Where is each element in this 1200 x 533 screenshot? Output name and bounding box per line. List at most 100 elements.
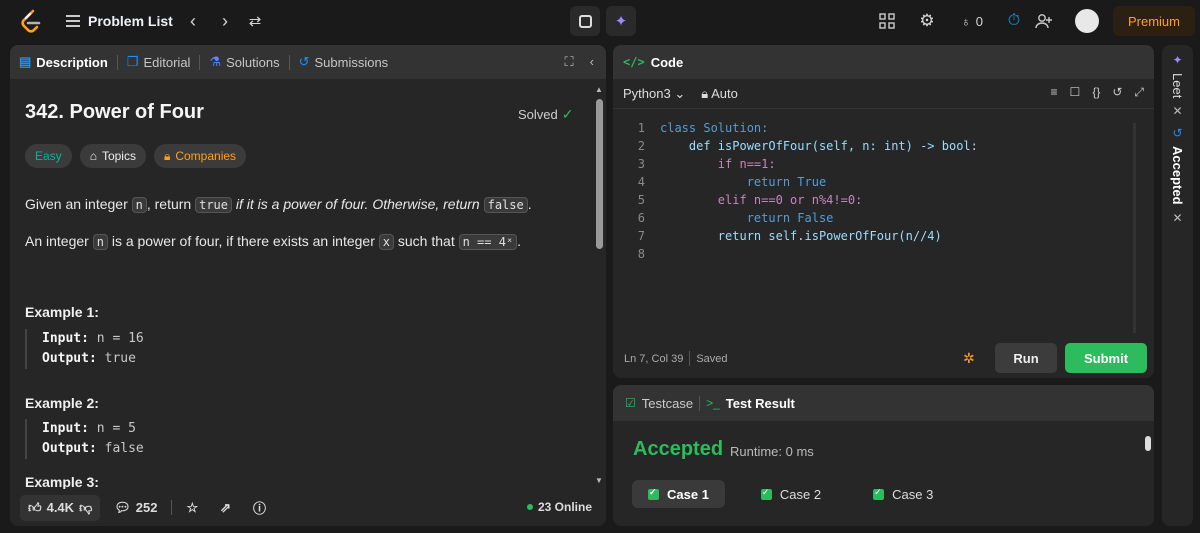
share-button[interactable]: ⇗ xyxy=(212,495,239,521)
debug-button[interactable] xyxy=(570,6,600,36)
code-line: def isPowerOfFour(self, n: int) -> bool: xyxy=(660,139,978,153)
check-icon xyxy=(760,487,772,500)
favorite-button[interactable]: ☆ xyxy=(178,495,206,521)
code-header-label: Code xyxy=(650,54,684,70)
star-icon: ☆ xyxy=(186,499,199,515)
tab-description[interactable]: ▤ Description xyxy=(10,45,117,79)
streak-count: 0 xyxy=(975,13,983,29)
tab-solutions[interactable]: ⚗ Solutions xyxy=(200,45,288,79)
description-scrollbar[interactable]: ▲ ▼ xyxy=(595,85,603,485)
tab-description-label: Description xyxy=(36,54,108,70)
side-tabs: ✦ Leet ✕ ↺ Accepted ✕ xyxy=(1162,45,1193,526)
layout-grid-icon[interactable] xyxy=(876,10,898,32)
checkbox-icon: ☑ xyxy=(625,396,636,410)
inline-code: true xyxy=(195,197,233,213)
leetcode-logo-icon[interactable] xyxy=(18,8,44,34)
case-tab-2[interactable]: Case 2 xyxy=(745,480,837,508)
sparkle-icon: ✦ xyxy=(614,13,628,30)
add-user-icon[interactable] xyxy=(1032,10,1056,32)
comments-button[interactable]: 💬︎ 252 xyxy=(106,495,165,521)
side-strip: ✦ Leet ✕ ↺ Accepted ✕ xyxy=(1162,45,1193,526)
companies-label: Companies xyxy=(175,149,237,163)
document-icon: ▤ xyxy=(19,54,32,69)
help-button[interactable]: ⓘ xyxy=(245,495,274,521)
tab-submissions[interactable]: ↺ Submissions xyxy=(290,45,398,79)
timer-icon[interactable]: ⏱ xyxy=(1003,10,1025,32)
next-problem-button[interactable]: › xyxy=(215,11,235,31)
tab-solutions-label: Solutions xyxy=(226,54,280,70)
italic-text: if it is a power of four. Otherwise, ret… xyxy=(232,196,484,212)
ai-assistant-button[interactable]: ✦ xyxy=(606,6,636,36)
text-span: is a power of four, if there exists an i… xyxy=(107,233,379,249)
thumbs-down-icon[interactable]: 👎︎ xyxy=(79,500,92,516)
case-tab-3[interactable]: Case 3 xyxy=(857,480,949,508)
inline-formula: n == 4ˣ xyxy=(458,234,518,250)
braces-icon[interactable]: {} xyxy=(1092,85,1100,100)
expand-icon[interactable]: ⛶ xyxy=(565,54,574,70)
topics-badge[interactable]: ⌂ Topics xyxy=(79,144,146,168)
tab-editorial[interactable]: ❐ Editorial xyxy=(118,45,200,79)
reset-icon[interactable]: ↺ xyxy=(1112,85,1122,100)
avatar[interactable] xyxy=(1075,9,1099,33)
line-number: 4 xyxy=(637,175,645,189)
text-span: An integer xyxy=(25,233,93,249)
shuffle-icon[interactable]: ⇄ xyxy=(244,11,266,31)
description-panel: ▤ Description ❐ Editorial ⚗ Solutions ↺ … xyxy=(10,45,606,526)
format-icon[interactable]: ≡ xyxy=(1051,85,1058,100)
problem-list-button[interactable]: Problem List xyxy=(66,11,173,31)
divider xyxy=(689,351,691,366)
language-select[interactable]: Python3 ⌄ xyxy=(623,86,685,102)
code-icon: </> xyxy=(623,55,645,69)
output-value: true xyxy=(96,351,136,366)
text-span: . xyxy=(517,233,522,249)
gear-icon[interactable]: ⚙ xyxy=(916,10,938,32)
close-icon[interactable]: ✕ xyxy=(1172,104,1182,118)
prev-problem-button[interactable]: ‹ xyxy=(183,11,203,31)
divider xyxy=(171,500,173,515)
case-label: Case 2 xyxy=(779,486,822,502)
side-tab-leet[interactable]: Leet xyxy=(1170,73,1185,98)
scroll-up-icon[interactable]: ▲ xyxy=(595,85,603,94)
code-line: return True xyxy=(660,175,827,189)
run-button[interactable]: Run xyxy=(995,343,1057,373)
debug-icon xyxy=(578,14,592,28)
line-number: 8 xyxy=(637,247,645,261)
input-label: Input: xyxy=(42,331,89,346)
code-editor[interactable]: 1 2 3 4 5 6 7 8 class Solution: def isPo… xyxy=(613,117,1138,327)
streak-counter[interactable]: ♁ 0 xyxy=(954,10,990,32)
page-title: 342. Power of Four xyxy=(25,101,204,123)
editor-tools: ≡ ☐ {} ↺ ⤢ xyxy=(1051,85,1144,100)
close-icon[interactable]: ✕ xyxy=(1172,211,1182,225)
tab-testcase[interactable]: Testcase xyxy=(642,396,693,411)
share-icon: ⇗ xyxy=(220,499,232,515)
description-paragraph-1: Given an integer n, return true if it is… xyxy=(25,194,532,215)
submit-button[interactable]: Submit xyxy=(1065,343,1147,373)
editor-scrollbar[interactable] xyxy=(1133,123,1136,333)
flask-icon: ⚗ xyxy=(209,54,222,69)
solved-status: Solved ✓ xyxy=(518,106,573,123)
test-scrollbar[interactable] xyxy=(1145,430,1151,515)
fullscreen-icon[interactable]: ⤢ xyxy=(1134,85,1144,100)
scroll-down-icon[interactable]: ▼ xyxy=(595,476,603,485)
companies-badge[interactable]: 🔒︎ Companies xyxy=(153,144,247,168)
debugger-icon[interactable]: ✲ xyxy=(963,350,975,367)
check-icon xyxy=(648,487,659,500)
inline-code: false xyxy=(483,197,528,213)
test-tabbar: ☑ Testcase >_ Test Result xyxy=(613,385,1154,421)
scrollbar-thumb[interactable] xyxy=(1145,436,1151,451)
premium-button[interactable]: Premium xyxy=(1113,6,1195,36)
side-tab-accepted[interactable]: Accepted xyxy=(1170,146,1185,205)
code-panel: </> Code Python3 ⌄ 🔒︎ Auto ≡ ☐ {} ↺ ⤢ 1 … xyxy=(613,45,1154,378)
case-tab-1[interactable]: Case 1 xyxy=(632,480,725,508)
case-tabs: Case 1 Case 2 Case 3 xyxy=(632,480,949,508)
top-navbar: Problem List ‹ › ⇄ ✦ ⚙ ♁ 0 ⏱ Premium xyxy=(0,0,1200,42)
bookmark-icon[interactable]: ☐ xyxy=(1070,85,1081,100)
line-number: 7 xyxy=(637,229,645,243)
collapse-left-icon[interactable]: ‹ xyxy=(590,54,594,70)
auto-mode[interactable]: 🔒︎ Auto xyxy=(701,86,738,102)
scrollbar-thumb[interactable] xyxy=(596,99,603,249)
like-button[interactable]: 👍︎ 4.4K 👎︎ xyxy=(20,494,101,521)
tab-test-result[interactable]: Test Result xyxy=(726,396,795,411)
code-line: if n==1: xyxy=(660,157,776,171)
inline-code: n xyxy=(131,197,147,213)
